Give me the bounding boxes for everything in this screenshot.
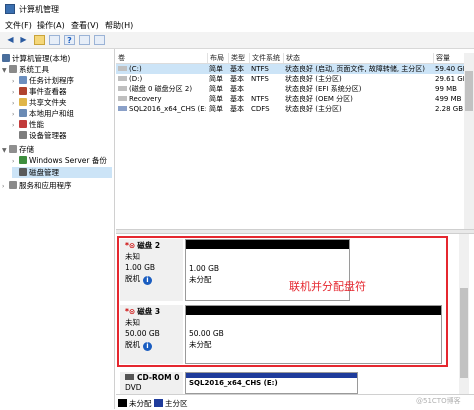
expand-arrow-icon[interactable]: ▼ — [2, 65, 9, 76]
column-header-volume[interactable]: 卷 — [116, 53, 207, 63]
event-log-icon — [19, 87, 27, 95]
scrollbar-thumb[interactable] — [460, 288, 468, 378]
volume-row[interactable]: Recovery 简单 基本 NTFS 状态良好 (OEM 分区) 499 MB — [116, 94, 464, 104]
backup-icon — [19, 156, 27, 164]
tree-item-shared-folders[interactable]: › 共享文件夹 — [12, 97, 67, 108]
menu-file[interactable]: 文件(F) — [5, 20, 32, 31]
legend-primary: 主分区 — [154, 398, 188, 409]
cdrom-label[interactable]: CD-ROM 0 DVD — [120, 372, 183, 394]
tree-item-performance[interactable]: › 性能 — [12, 119, 44, 130]
users-icon — [19, 109, 27, 117]
volume-row[interactable]: (C:) 简单 基本 NTFS 状态良好 (启动, 页面文件, 故障转储, 主分… — [116, 64, 468, 74]
column-header-status[interactable]: 状态 — [283, 53, 433, 63]
highlight-box — [117, 236, 448, 367]
clock-icon — [19, 76, 27, 84]
menu-bar: 文件(F) 操作(A) 查看(V) 帮助(H) — [0, 18, 474, 32]
expand-arrow-icon[interactable]: › — [2, 181, 9, 192]
tree-item-services-apps[interactable]: › 服务和应用程序 — [2, 180, 72, 191]
grid-view-icon[interactable] — [79, 35, 90, 45]
unallocated-swatch — [118, 399, 127, 407]
disk-pane-scrollbar[interactable] — [459, 234, 469, 394]
volume-row[interactable]: (磁盘 0 磁盘分区 2) 简单 基本 状态良好 (EFI 系统分区) 99 M… — [116, 84, 464, 94]
tree-item-local-users[interactable]: › 本地用户和组 — [12, 108, 74, 119]
shared-folder-icon — [19, 98, 27, 106]
computer-icon — [2, 54, 10, 62]
disk-icon — [19, 168, 27, 176]
menu-help[interactable]: 帮助(H) — [105, 20, 133, 31]
tree-item-task-scheduler[interactable]: › 任务计划程序 — [12, 75, 74, 86]
legend-unallocated: 未分配 — [118, 398, 152, 409]
menu-action[interactable]: 操作(A) — [37, 20, 65, 31]
help-icon[interactable]: ? — [64, 35, 75, 45]
title-bar: 计算机管理 — [0, 0, 474, 18]
volume-icon — [118, 66, 127, 71]
volume-list-scrollbar[interactable] — [464, 53, 474, 229]
console-tree-icon[interactable] — [49, 35, 60, 45]
volume-row[interactable]: SQL2016_x64_CHS (E:) 简单 基本 CDFS 状态良好 (主分… — [116, 104, 464, 114]
volume-icon — [118, 86, 127, 91]
tools-icon — [9, 65, 17, 73]
toolbar: ◀ ▶ ? — [0, 32, 474, 49]
storage-icon — [9, 145, 17, 153]
column-header-type[interactable]: 类型 — [228, 53, 249, 63]
tree-item-system-tools[interactable]: ▼ 系统工具 — [2, 64, 49, 75]
callout-text: 联机并分配盘符 — [289, 280, 366, 293]
tree-item-windows-server-backup[interactable]: › Windows Server 备份 — [12, 155, 107, 166]
properties-icon[interactable] — [94, 35, 105, 45]
cdrom-icon — [125, 374, 134, 380]
window-title: 计算机管理 — [19, 5, 59, 14]
cdrom-partition[interactable]: SQL2016_x64_CHS (E:) — [185, 372, 358, 394]
volume-row[interactable]: (D:) 简单 基本 NTFS 状态良好 (主分区) 29.61 GB — [116, 74, 468, 84]
volume-icon — [118, 96, 127, 101]
tree-item-device-manager[interactable]: 设备管理器 — [12, 130, 67, 141]
up-folder-icon[interactable] — [34, 35, 45, 45]
expand-arrow-icon[interactable]: › — [12, 156, 19, 167]
scrollbar-thumb[interactable] — [465, 71, 473, 111]
navigation-tree: 计算机管理(本地) ▼ 系统工具 › 任务计划程序 › 事件查看器 › 共享文件夹 › 本… — [0, 49, 115, 409]
volume-icon — [118, 76, 127, 81]
column-header-layout[interactable]: 布局 — [207, 53, 228, 63]
volume-list-header: 卷 布局 类型 文件系统 状态 容量 — [116, 53, 474, 64]
tree-item-storage[interactable]: ▼ 存储 — [2, 144, 34, 155]
forward-arrow-icon[interactable]: ▶ — [18, 35, 29, 45]
performance-icon — [19, 120, 27, 128]
watermark: @51CTO博客 — [416, 397, 461, 405]
expand-arrow-icon[interactable]: ▼ — [2, 145, 9, 156]
tree-item-disk-management[interactable]: 磁盘管理 — [12, 167, 112, 178]
device-manager-icon — [19, 131, 27, 139]
tree-item-computer-management[interactable]: 计算机管理(本地) — [2, 53, 70, 64]
back-arrow-icon[interactable]: ◀ — [5, 35, 16, 45]
tree-item-event-viewer[interactable]: › 事件查看器 — [12, 86, 67, 97]
primary-swatch — [154, 399, 163, 407]
column-header-filesystem[interactable]: 文件系统 — [249, 53, 283, 63]
services-icon — [9, 181, 17, 189]
column-header-capacity[interactable]: 容量 — [433, 53, 464, 63]
app-icon — [5, 4, 15, 14]
menu-view[interactable]: 查看(V) — [71, 20, 99, 31]
cd-volume-icon — [118, 106, 127, 111]
